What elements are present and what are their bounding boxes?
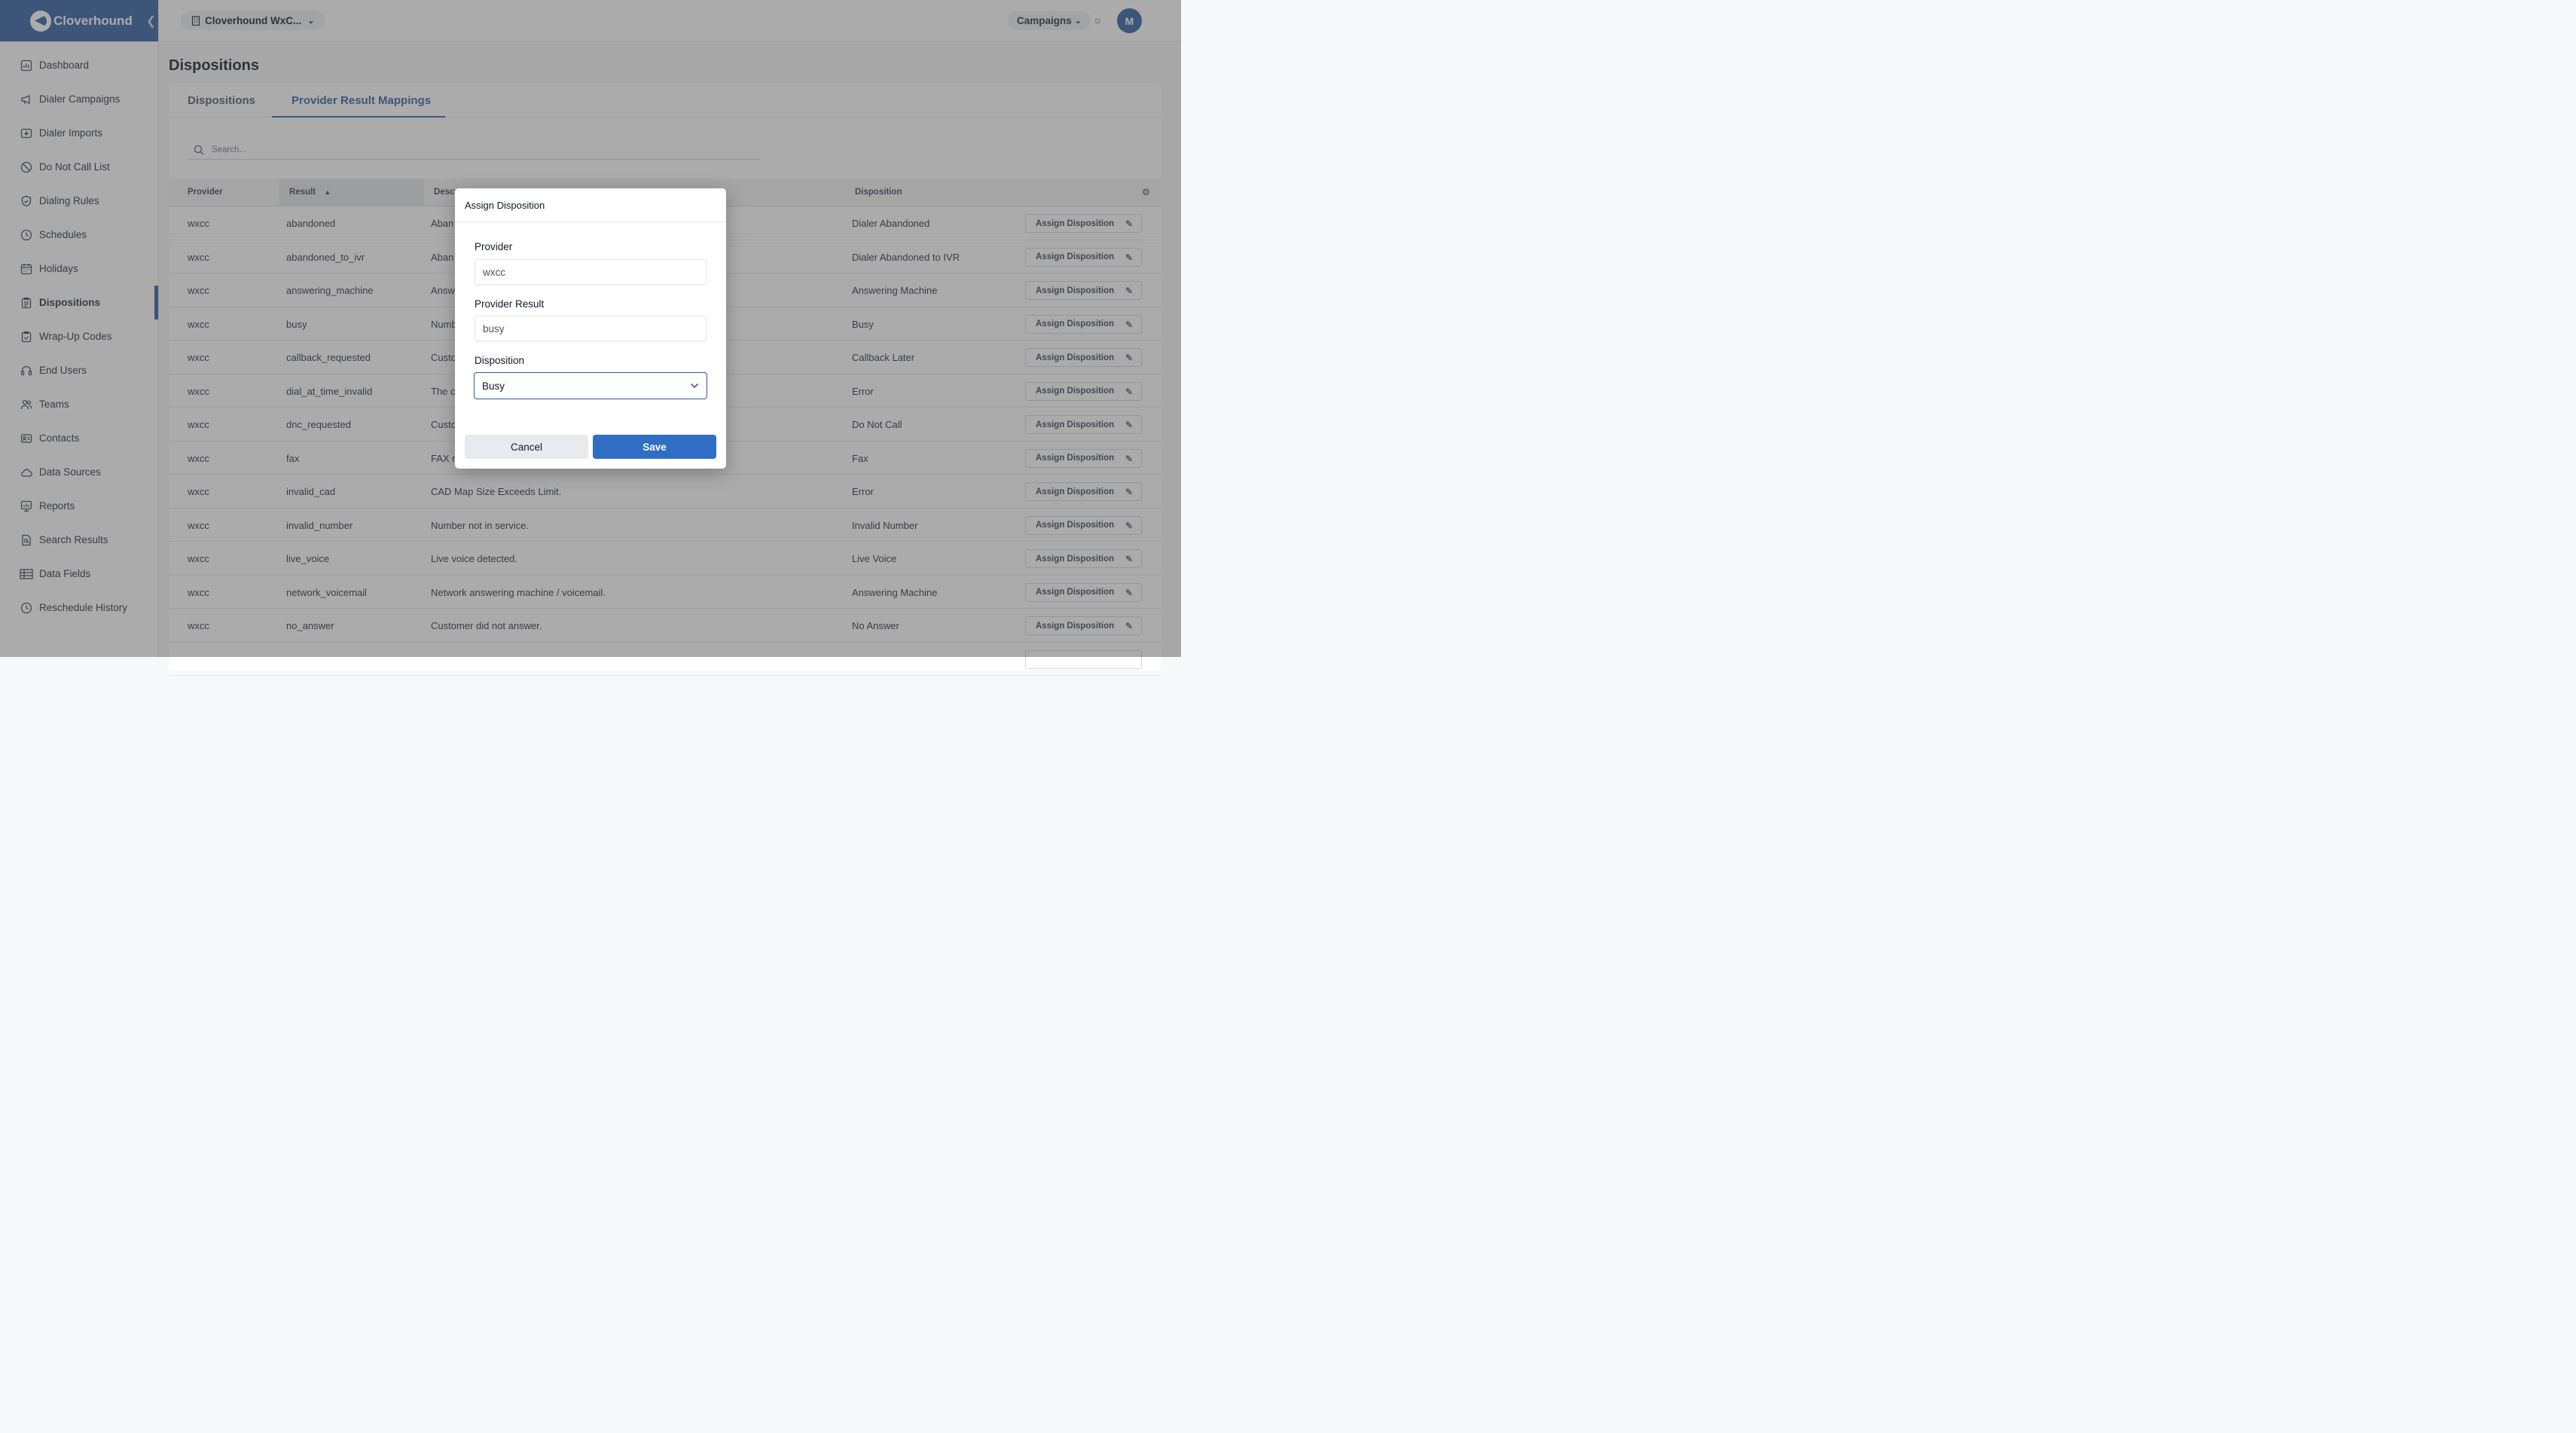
modal-title: Assign Disposition [455,188,726,222]
provider-value: wxcc [483,266,505,278]
provider-result-value: busy [483,322,505,335]
provider-label: Provider [475,241,513,252]
disposition-label: Disposition [475,355,525,366]
provider-result-field[interactable]: busy [475,316,707,341]
provider-field[interactable]: wxcc [475,259,707,285]
disposition-select[interactable]: Busy [474,372,707,399]
cancel-button[interactable]: Cancel [465,435,588,459]
save-button[interactable]: Save [593,435,716,459]
disposition-selected-value: Busy [482,380,505,392]
assign-disposition-modal: Assign Disposition Provider wxcc Provide… [455,188,726,469]
chevron-down-icon [690,380,699,391]
provider-result-label: Provider Result [475,298,545,310]
